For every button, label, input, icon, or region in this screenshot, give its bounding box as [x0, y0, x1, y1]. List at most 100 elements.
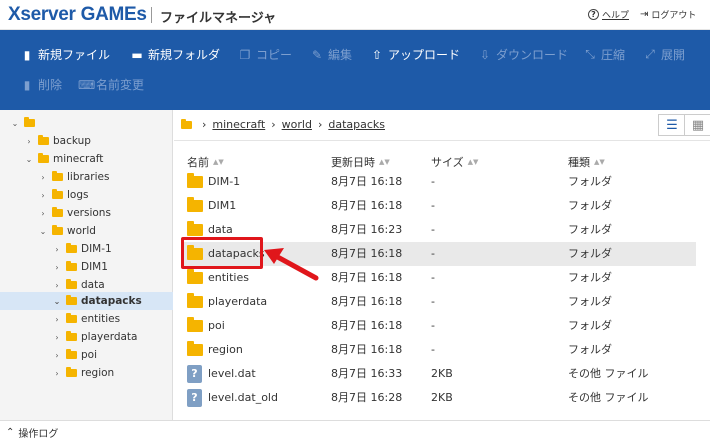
folder-icon [187, 173, 203, 188]
tree-item-label: datapacks [81, 295, 142, 307]
chevron-right-icon[interactable]: › [24, 137, 34, 146]
extract-button[interactable]: ⤢ 展開 [643, 46, 685, 63]
sort-icon: ▲▼ [594, 158, 605, 166]
file-name: level.dat [208, 367, 256, 380]
rename-button[interactable]: ⌨ 名前変更 [78, 76, 144, 93]
tree-item-world[interactable]: ⌄ world [38, 222, 96, 240]
column-label: 種類 [568, 156, 590, 169]
file-size: - [431, 199, 435, 212]
chevron-up-icon[interactable]: ⌃ [6, 427, 14, 438]
column-header-type[interactable]: 種類 ▲▼ [568, 154, 605, 170]
tree-item-versions[interactable]: › versions [38, 204, 111, 222]
tree-item-region[interactable]: › region [52, 364, 114, 382]
breadcrumb-minecraft[interactable]: minecraft [212, 118, 265, 131]
grid-view-button[interactable]: ▦ [684, 114, 710, 136]
unknown-file-icon: ? [187, 389, 202, 407]
operation-log-label: 操作ログ [18, 428, 59, 440]
new-file-icon: ▮ [23, 47, 31, 62]
upload-button[interactable]: ⇧ アップロード [370, 46, 460, 63]
chevron-right-icon[interactable]: › [38, 191, 48, 200]
chevron-right-icon[interactable]: › [52, 333, 62, 342]
column-header-modified[interactable]: 更新日時 ▲▼ [331, 154, 390, 170]
table-row[interactable]: region 8月7日 16:18 - フォルダ [181, 338, 696, 362]
folder-icon [66, 243, 77, 253]
tree-item-libraries[interactable]: › libraries [38, 168, 109, 186]
table-row[interactable]: DIM-1 8月7日 16:18 - フォルダ [181, 170, 696, 194]
chevron-right-icon[interactable]: › [52, 351, 62, 360]
tree-item-minecraft[interactable]: ⌄ minecraft [24, 150, 103, 168]
grid-view-icon: ▦ [691, 117, 705, 133]
folder-tree: ⌄ › backup ⌄ minecraft › libraries › log… [0, 110, 173, 420]
tree-item-playerdata[interactable]: › playerdata [52, 328, 137, 346]
folder-icon [38, 153, 49, 163]
tree-item-poi[interactable]: › poi [52, 346, 97, 364]
tree-item-label: data [81, 279, 105, 291]
chevron-right-icon[interactable]: › [52, 369, 62, 378]
unknown-file-icon: ? [187, 365, 202, 383]
folder-icon [66, 367, 77, 377]
file-size: - [431, 295, 435, 308]
folder-icon [66, 349, 77, 359]
breadcrumb-datapacks[interactable]: datapacks [328, 118, 385, 131]
tree-item-backup[interactable]: › backup [24, 132, 91, 150]
tree-item-datapacks[interactable]: ⌄ datapacks [52, 292, 142, 310]
file-name: level.dat_old [208, 391, 278, 404]
tree-item-label: poi [81, 349, 98, 361]
table-row[interactable]: ? level.dat_old 8月7日 16:28 2KB その他 ファイル [181, 386, 696, 410]
operation-log-bar[interactable]: ⌃ 操作ログ [0, 420, 710, 443]
new-file-button[interactable]: ▮ 新規ファイル [20, 46, 110, 63]
column-header-size[interactable]: サイズ ▲▼ [431, 154, 478, 170]
tree-item-dim-minus1[interactable]: › DIM-1 [52, 240, 112, 258]
file-type: フォルダ [568, 247, 612, 260]
copy-button[interactable]: ❐ コピー [238, 46, 292, 63]
new-folder-icon: ▬ [131, 47, 143, 62]
chevron-right-icon[interactable]: › [38, 209, 48, 218]
tree-item-label: versions [67, 207, 111, 219]
download-button[interactable]: ⇩ ダウンロード [478, 46, 568, 63]
file-size: 2KB [431, 391, 453, 404]
help-link[interactable]: ? ヘルプ [588, 8, 629, 21]
chevron-right-icon[interactable]: › [52, 281, 62, 290]
folder-icon[interactable] [181, 118, 192, 129]
compress-button[interactable]: ⤡ 圧縮 [583, 46, 625, 63]
logo-divider [151, 7, 152, 23]
file-name: DIM-1 [208, 175, 241, 188]
file-modified: 8月7日 16:18 [331, 175, 403, 188]
chevron-right-icon[interactable]: › [52, 315, 62, 324]
file-modified: 8月7日 16:18 [331, 271, 403, 284]
logout-link[interactable]: ⇥ ログアウト [640, 8, 696, 21]
tree-item-logs[interactable]: › logs [38, 186, 88, 204]
file-type: フォルダ [568, 271, 612, 284]
new-folder-button[interactable]: ▬ 新規フォルダ [130, 46, 220, 63]
delete-button[interactable]: ▮ 削除 [20, 76, 62, 93]
callout-arrow-shaft [271, 252, 319, 281]
chevron-right-icon[interactable]: › [52, 263, 62, 272]
table-row[interactable]: playerdata 8月7日 16:18 - フォルダ [181, 290, 696, 314]
table-row[interactable]: DIM1 8月7日 16:18 - フォルダ [181, 194, 696, 218]
chevron-down-icon[interactable]: ⌄ [38, 227, 48, 236]
column-label: サイズ [431, 156, 464, 169]
tree-item-root[interactable]: ⌄ [10, 114, 39, 132]
list-view-button[interactable]: ☰ [658, 114, 686, 136]
chevron-down-icon[interactable]: ⌄ [52, 297, 62, 306]
file-size: - [431, 175, 435, 188]
folder-icon [187, 317, 203, 332]
breadcrumb-world[interactable]: world [282, 118, 312, 131]
tree-item-entities[interactable]: › entities [52, 310, 120, 328]
tree-item-dim1[interactable]: › DIM1 [52, 258, 108, 276]
table-row[interactable]: poi 8月7日 16:18 - フォルダ [181, 314, 696, 338]
folder-icon [66, 261, 77, 271]
sort-icon: ▲▼ [379, 158, 390, 166]
file-size: 2KB [431, 367, 453, 380]
file-type: フォルダ [568, 343, 612, 356]
column-header-name[interactable]: 名前 ▲▼ [187, 154, 224, 170]
copy-label: コピー [256, 48, 293, 62]
chevron-right-icon[interactable]: › [38, 173, 48, 182]
chevron-down-icon[interactable]: ⌄ [10, 119, 20, 128]
table-row[interactable]: ? level.dat 8月7日 16:33 2KB その他 ファイル [181, 362, 696, 386]
chevron-down-icon[interactable]: ⌄ [24, 155, 34, 164]
list-view-icon: ☰ [666, 117, 678, 133]
chevron-right-icon[interactable]: › [52, 245, 62, 254]
edit-button[interactable]: ✎ 編集 [310, 46, 352, 63]
file-modified: 8月7日 16:18 [331, 319, 403, 332]
